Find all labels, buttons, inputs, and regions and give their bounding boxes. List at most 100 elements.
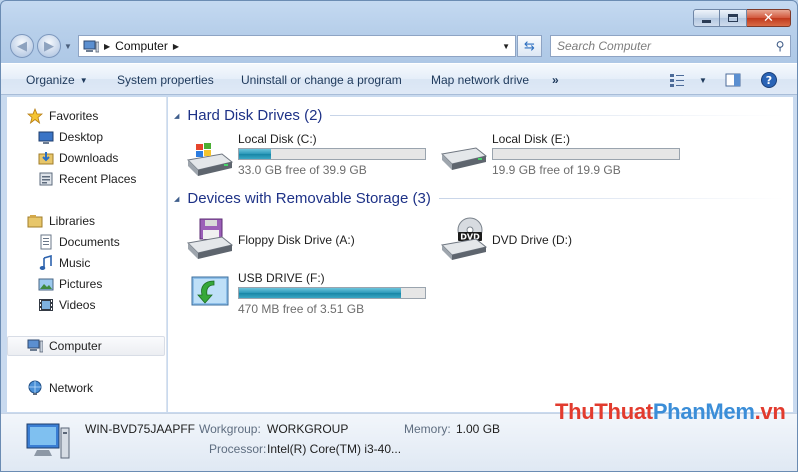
drive-free-space: 470 MB free of 3.51 GB: [238, 302, 365, 316]
watermark-part4: .vn: [754, 399, 786, 424]
group-title: Devices with Removable Storage (3): [187, 190, 431, 207]
desktop-icon: [38, 131, 54, 144]
group-divider: [438, 198, 784, 199]
nav-documents[interactable]: Documents: [7, 232, 165, 252]
preview-pane-button[interactable]: [725, 72, 741, 88]
content-pane: ◢ Hard Disk Drives (2) Local Disk (C:) 3…: [168, 97, 793, 412]
drive-e[interactable]: Local Disk (E:) 19.9 GB free of 19.9 GB: [438, 132, 683, 180]
window-controls: ✕: [693, 9, 791, 27]
svg-text:?: ?: [766, 74, 772, 87]
breadcrumb-arrow-icon[interactable]: ▶: [173, 42, 179, 51]
recent-places-icon: [39, 172, 53, 186]
address-dropdown-icon[interactable]: ▼: [502, 42, 510, 51]
chevron-down-icon: ▼: [79, 76, 88, 85]
group-header-removable[interactable]: ◢ Devices with Removable Storage (3): [174, 190, 784, 207]
preview-pane-icon: [725, 73, 741, 87]
nav-pictures[interactable]: Pictures: [7, 274, 165, 294]
music-note-icon: [39, 255, 52, 270]
dvd-drive-icon: DVD: [440, 217, 488, 260]
nav-favorites-label: Favorites: [49, 109, 99, 123]
drive-d[interactable]: DVD DVD Drive (D:): [438, 217, 683, 261]
address-bar[interactable]: ▶ Computer ▶ ▼: [78, 35, 516, 57]
close-icon: ✕: [763, 10, 774, 26]
search-box[interactable]: ⚲: [550, 35, 791, 57]
minimize-icon: [702, 19, 711, 23]
nav-recent-places-label: Recent Places: [59, 172, 137, 186]
workgroup-value: WORKGROUP: [267, 422, 349, 436]
nav-documents-label: Documents: [59, 235, 120, 249]
drive-c[interactable]: Local Disk (C:) 33.0 GB free of 39.9 GB: [184, 132, 429, 180]
refresh-button[interactable]: ⇆: [517, 35, 542, 57]
uninstall-program-button[interactable]: Uninstall or change a program: [241, 73, 402, 87]
nav-pictures-label: Pictures: [59, 277, 103, 291]
back-button[interactable]: ◀: [10, 34, 34, 58]
close-button[interactable]: ✕: [747, 9, 791, 27]
search-icon[interactable]: ⚲: [770, 39, 790, 53]
downloads-folder-icon: [38, 152, 54, 165]
drive-name: Local Disk (E:): [492, 132, 571, 146]
drive-a[interactable]: Floppy Disk Drive (A:): [184, 217, 429, 261]
collapse-triangle-icon[interactable]: ◢: [174, 195, 179, 203]
memory-value: 1.00 GB: [456, 422, 501, 436]
maximize-button[interactable]: [720, 9, 747, 27]
videos-icon: [39, 299, 53, 311]
memory-label: Memory:: [404, 422, 451, 436]
drive-free-space: 19.9 GB free of 19.9 GB: [492, 163, 621, 177]
collapse-triangle-icon[interactable]: ◢: [174, 112, 179, 120]
computer-name: WIN-BVD75JAAPFF: [85, 422, 196, 436]
help-button[interactable]: ?: [761, 72, 777, 88]
nav-computer[interactable]: Computer: [7, 336, 165, 356]
drive-name: Local Disk (C:): [238, 132, 317, 146]
minimize-button[interactable]: [693, 9, 720, 27]
watermark-part1: Thu: [555, 399, 595, 424]
forward-button[interactable]: ▶: [37, 34, 61, 58]
refresh-icon: ⇆: [524, 38, 535, 54]
breadcrumb-arrow-icon[interactable]: ▶: [104, 42, 110, 51]
nav-desktop[interactable]: Desktop: [7, 127, 165, 147]
nav-network[interactable]: Network: [7, 378, 165, 398]
back-arrow-icon: ◀: [17, 38, 27, 53]
nav-libraries[interactable]: Libraries: [7, 211, 165, 231]
command-bar: Organize ▼ System properties Uninstall or…: [1, 63, 797, 95]
pictures-icon: [38, 278, 54, 291]
network-icon: [28, 380, 42, 395]
watermark-part3: PhanMem: [652, 399, 755, 424]
organize-button[interactable]: Organize ▼: [26, 73, 88, 87]
capacity-bar: [238, 287, 426, 299]
more-commands-button[interactable]: »: [552, 73, 559, 87]
capacity-bar: [492, 148, 680, 160]
usb-drive-icon: [191, 276, 229, 306]
nav-music[interactable]: Music: [7, 253, 165, 273]
nav-favorites[interactable]: Favorites: [7, 106, 165, 126]
drive-f[interactable]: USB DRIVE (F:) 470 MB free of 3.51 GB: [184, 271, 429, 319]
capacity-fill: [239, 288, 401, 298]
system-properties-button[interactable]: System properties: [117, 73, 214, 87]
navigation-pane: Favorites Desktop Downloads Recent Place…: [7, 97, 167, 412]
processor-value: Intel(R) Core(TM) i3-40...: [267, 442, 402, 456]
explorer-window: ✕ ◀ ▶ ▼ ▶ Computer ▶ ▼ ⇆ ⚲ Organize ▼ Sys…: [0, 0, 798, 472]
nav-music-label: Music: [59, 256, 91, 270]
chevron-down-icon[interactable]: ▼: [699, 76, 707, 85]
computer-icon: [27, 339, 43, 353]
hard-disk-windows-icon: [186, 143, 234, 176]
nav-network-label: Network: [49, 381, 94, 395]
change-view-button[interactable]: ▼: [669, 72, 707, 88]
search-input[interactable]: [551, 36, 770, 56]
computer-icon: [83, 40, 99, 52]
organize-label: Organize: [26, 73, 75, 87]
map-network-drive-button[interactable]: Map network drive: [431, 73, 529, 87]
hard-disk-icon: [440, 147, 488, 170]
drive-name: DVD Drive (D:): [492, 233, 572, 247]
nav-downloads[interactable]: Downloads: [7, 148, 165, 168]
nav-libraries-label: Libraries: [49, 214, 96, 228]
recent-pages-dropdown[interactable]: ▼: [64, 42, 72, 51]
watermark-part2: Thuat: [594, 399, 653, 424]
breadcrumb-computer[interactable]: Computer: [115, 39, 168, 53]
group-header-hard-disks[interactable]: ◢ Hard Disk Drives (2): [174, 107, 784, 124]
nav-desktop-label: Desktop: [59, 130, 104, 144]
nav-videos[interactable]: Videos: [7, 295, 165, 315]
processor-label: Processor:: [209, 442, 267, 456]
nav-videos-label: Videos: [59, 298, 96, 312]
nav-recent-places[interactable]: Recent Places: [7, 169, 165, 189]
workgroup-label: Workgroup:: [199, 422, 261, 436]
